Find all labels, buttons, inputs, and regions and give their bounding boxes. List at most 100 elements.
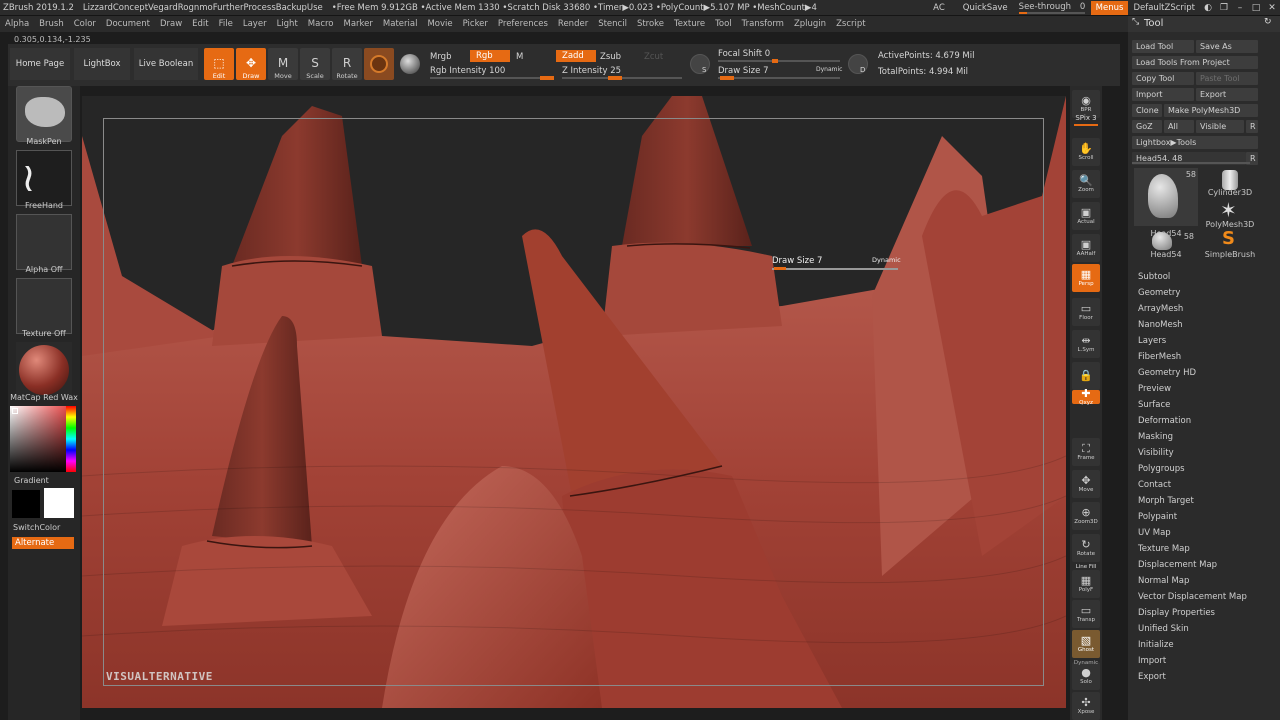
clone-button[interactable]: Clone [1132,104,1162,117]
help-icon[interactable]: ◐ [1200,3,1216,13]
subpalette-arraymesh[interactable]: ArrayMesh [1138,304,1183,314]
subpalette-import[interactable]: Import [1138,656,1166,666]
subpalette-preview[interactable]: Preview [1138,384,1171,394]
tool-thumb-cylinder3d[interactable]: Cylinder3D [1202,168,1258,198]
dynamic-toggle[interactable]: Dynamic [816,66,842,73]
load-tool-button[interactable]: Load Tool [1132,40,1194,53]
menu-stencil[interactable]: Stencil [593,19,632,29]
subpalette-deformation[interactable]: Deformation [1138,416,1191,426]
menu-zplugin[interactable]: Zplugin [789,19,831,29]
home-page-button[interactable]: Home Page [10,48,70,80]
move-button[interactable]: ✥ Move [1072,470,1100,498]
minimize-icon[interactable]: – [1232,3,1248,13]
tool-thumb-simplebrush[interactable]: S SimpleBrush [1202,228,1258,259]
menu-tool[interactable]: Tool [710,19,737,29]
rotate-button[interactable]: ↻ Rotate [1072,534,1100,562]
subpalette-masking[interactable]: Masking [1138,432,1173,442]
tool-palette-header[interactable]: Tool ⤡ ↻ [1128,16,1280,32]
switchcolor-button[interactable]: SwitchColor [8,523,80,532]
menu-render[interactable]: Render [553,19,593,29]
spix-slider[interactable]: SPix 3 [1072,114,1100,122]
maximize-icon[interactable]: □ [1248,3,1264,13]
stroke-thumbnail[interactable]: ≀ [16,150,72,206]
subpalette-layers[interactable]: Layers [1138,336,1166,346]
menu-file[interactable]: File [214,19,238,29]
load-from-project-button[interactable]: Load Tools From Project [1132,56,1258,69]
zadd-button[interactable]: Zadd [556,50,596,62]
frame-button[interactable]: ⛶ Frame [1072,438,1100,466]
menu-movie[interactable]: Movie [422,19,457,29]
solo-button[interactable]: ● Solo [1072,662,1100,690]
brush-thumbnail[interactable] [16,86,72,142]
tool-thumb-polymesh3d[interactable]: ✶ PolyMesh3D [1202,198,1258,230]
lsym-button[interactable]: ⇹ L.Sym [1072,330,1100,358]
subpalette-geometry-hd[interactable]: Geometry HD [1138,368,1196,378]
menu-material[interactable]: Material [378,19,423,29]
texture-thumbnail[interactable] [16,278,72,334]
subpalette-polygroups[interactable]: Polygroups [1138,464,1185,474]
menu-marker[interactable]: Marker [339,19,378,29]
menus-button[interactable]: Menus [1090,1,1129,15]
scroll-button[interactable]: ✋ Scroll [1072,138,1100,166]
subpalette-subtool[interactable]: Subtool [1138,272,1170,282]
main-color[interactable] [44,488,74,518]
subpalette-polypaint[interactable]: Polypaint [1138,512,1177,522]
pin-icon[interactable]: ⤡ [1132,17,1139,27]
alpha-thumbnail[interactable] [16,214,72,270]
focal-icon[interactable] [690,54,710,74]
menu-draw[interactable]: Draw [155,19,187,29]
subpalette-display-properties[interactable]: Display Properties [1138,608,1215,618]
lightbox-button[interactable]: LightBox [74,48,130,80]
zsub-button[interactable]: Zsub [600,52,621,62]
menu-alpha[interactable]: Alpha [0,19,34,29]
subpalette-unified-skin[interactable]: Unified Skin [1138,624,1189,634]
menu-texture[interactable]: Texture [669,19,710,29]
ghost-button[interactable]: ▧ Ghost [1072,630,1100,658]
subpalette-texture-map[interactable]: Texture Map [1138,544,1190,554]
transp-button[interactable]: ▭ Transp [1072,600,1100,628]
export-button[interactable]: Export [1196,88,1258,101]
live-boolean-button[interactable]: Live Boolean [134,48,198,80]
copy-tool-button[interactable]: Copy Tool [1132,72,1194,85]
lock-button[interactable]: 🔒 [1072,362,1100,390]
scale-button[interactable]: S Scale [300,48,330,80]
visible-button[interactable]: Visible [1196,120,1244,133]
menu-picker[interactable]: Picker [458,19,493,29]
subpalette-export[interactable]: Export [1138,672,1166,682]
r-button[interactable]: R [1246,120,1258,133]
tool-thumb-head54[interactable]: 58 Head54 [1134,168,1198,238]
persp-button[interactable]: ▦ Persp [1072,264,1100,292]
quicksave-button[interactable]: QuickSave [958,1,1013,15]
color-picker[interactable] [10,406,76,472]
draw-size-slider[interactable]: Draw Size 7 [718,66,768,76]
subpalette-visibility[interactable]: Visibility [1138,448,1174,458]
subpalette-normal-map[interactable]: Normal Map [1138,576,1189,586]
subpalette-uv-map[interactable]: UV Map [1138,528,1171,538]
aahalf-button[interactable]: ▣ AAHalf [1072,234,1100,262]
subpalette-initialize[interactable]: Initialize [1138,640,1174,650]
make-polymesh-button[interactable]: Make PolyMesh3D [1164,104,1258,117]
floor-button[interactable]: ▭ Floor [1072,298,1100,326]
tool-thumb-head54-2[interactable]: 58 Head54 [1134,232,1198,259]
mrgb-button[interactable]: Mrgb [430,52,451,62]
draw-button[interactable]: ✥ Draw [236,48,266,80]
rgb-button[interactable]: Rgb [470,50,510,62]
canvas-viewport[interactable]: VISUALTERNATIVE Draw Size 7 Dynamic [82,96,1066,708]
menu-macro[interactable]: Macro [303,19,339,29]
secondary-color[interactable] [12,490,40,518]
menu-zscript[interactable]: Zscript [831,19,871,29]
menu-light[interactable]: Light [272,19,303,29]
subpalette-surface[interactable]: Surface [1138,400,1170,410]
all-button[interactable]: All [1164,120,1194,133]
polyf-button[interactable]: ▦ PolyF [1072,570,1100,598]
subpalette-nanomesh[interactable]: NanoMesh [1138,320,1183,330]
zoom-button[interactable]: 🔍 Zoom [1072,170,1100,198]
subpalette-displacement-map[interactable]: Displacement Map [1138,560,1217,570]
hue-strip[interactable] [66,406,76,472]
subpalette-morph-target[interactable]: Morph Target [1138,496,1194,506]
material-thumbnail[interactable] [16,342,72,398]
rgb-intensity-slider[interactable]: Rgb Intensity 100 [430,66,505,76]
gyro-icon[interactable] [400,54,420,74]
menu-transform[interactable]: Transform [737,19,789,29]
xyz-button[interactable]: ✚ Qxyz [1072,388,1100,406]
